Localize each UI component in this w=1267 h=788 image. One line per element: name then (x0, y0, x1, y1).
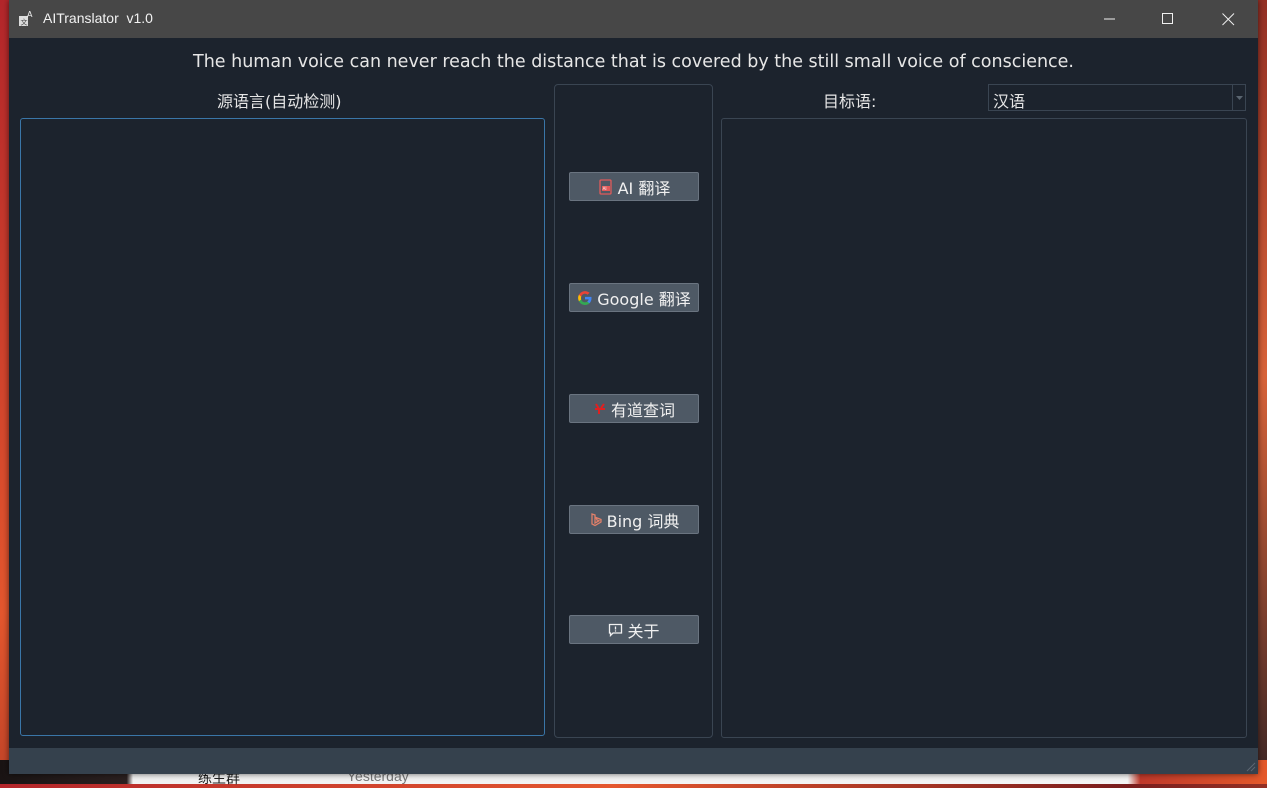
target-language-label: 目标语: (823, 92, 877, 111)
bing-icon (590, 512, 602, 526)
ai-translate-icon: AI (598, 178, 612, 195)
close-icon (1221, 12, 1234, 25)
bing-dictionary-button[interactable]: Bing 词典 (569, 505, 699, 534)
source-language-label: 源语言(自动检测) (217, 92, 342, 111)
window-title: AITranslator v1.0 (43, 10, 153, 26)
source-text-input[interactable] (20, 118, 545, 736)
maximize-icon (1162, 13, 1173, 24)
title-bar[interactable]: 文 A AITranslator v1.0 (9, 0, 1258, 38)
translator-app-icon: 文 A (18, 10, 34, 28)
chevron-down-icon[interactable] (1232, 85, 1245, 110)
target-text-output[interactable] (721, 118, 1247, 738)
svg-text:A: A (27, 10, 33, 19)
ai-translate-label: AI 翻译 (617, 178, 671, 198)
minimize-button[interactable] (1081, 0, 1139, 38)
resize-grip-icon[interactable] (1244, 760, 1256, 772)
close-button[interactable] (1199, 0, 1257, 38)
youdao-icon (594, 402, 605, 414)
minimize-icon (1104, 18, 1115, 20)
about-button[interactable]: 关于 (569, 615, 699, 644)
bing-dictionary-label: Bing 词典 (606, 511, 680, 531)
maximize-button[interactable] (1139, 0, 1197, 38)
svg-text:AI: AI (602, 186, 606, 191)
google-translate-label: Google 翻译 (597, 289, 691, 309)
google-icon (578, 290, 592, 305)
status-bar (9, 748, 1258, 774)
chat-bubble-icon (609, 623, 623, 637)
ai-translate-button[interactable]: AI AI 翻译 (569, 172, 699, 201)
target-language-value: 汉语 (993, 92, 1026, 111)
action-panel: AI AI 翻译 Google 翻译 有道查词 Bing 词典 关于 (554, 84, 713, 738)
google-translate-button[interactable]: Google 翻译 (569, 283, 699, 312)
youdao-lookup-label: 有道查词 (610, 400, 675, 420)
youdao-lookup-button[interactable]: 有道查词 (569, 394, 699, 423)
about-label: 关于 (627, 621, 660, 641)
app-window: 文 A AITranslator v1.0 The human voice ca… (9, 0, 1258, 774)
quote-banner: The human voice can never reach the dist… (193, 52, 1074, 72)
target-language-select[interactable]: 汉语 (988, 84, 1246, 111)
